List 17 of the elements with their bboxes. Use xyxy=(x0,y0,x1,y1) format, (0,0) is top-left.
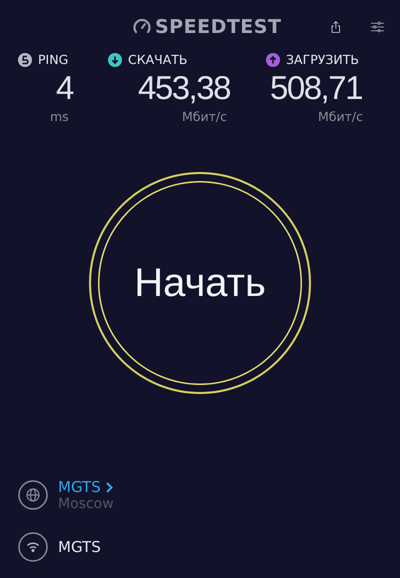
metric-unit: Мбит/с xyxy=(318,109,363,124)
server-location: Moscow xyxy=(58,496,114,512)
provider-name[interactable]: MGTS xyxy=(58,478,101,496)
provider-name: MGTS xyxy=(58,538,101,556)
globe-icon xyxy=(18,480,48,510)
metric-value: 508,71 xyxy=(270,69,362,107)
metric-unit: ms xyxy=(50,109,69,124)
start-button[interactable]: Начать xyxy=(89,172,311,394)
metric-value: 4 xyxy=(56,69,73,107)
app-title: SPEEDTEST xyxy=(155,16,282,38)
chevron-icon[interactable] xyxy=(106,482,113,492)
metric-label: ЗАГРУЗИТЬ xyxy=(286,52,359,67)
wifi-icon xyxy=(18,532,48,562)
metric-label: СКАЧАТЬ xyxy=(128,52,188,67)
metric-label: PING xyxy=(38,52,68,67)
metric-unit: Мбит/с xyxy=(182,109,227,124)
metric-value: 453,38 xyxy=(138,69,230,107)
